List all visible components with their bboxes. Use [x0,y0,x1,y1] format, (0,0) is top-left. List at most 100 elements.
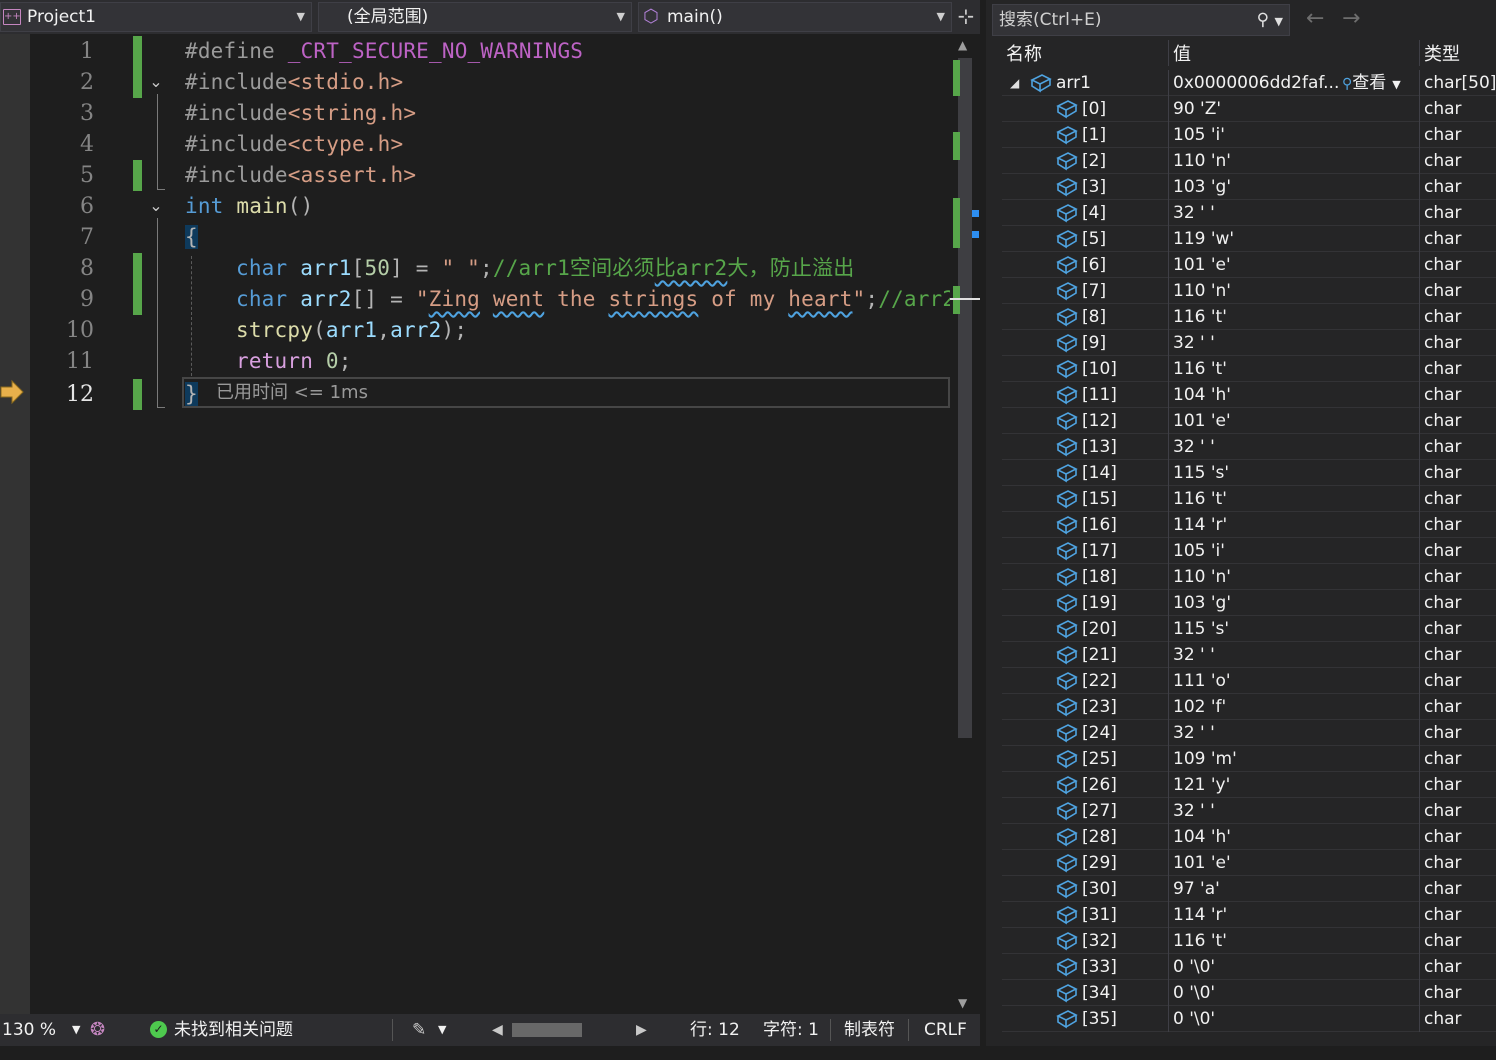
watch-value[interactable]: 103 'g' [1173,174,1231,200]
watch-value[interactable]: 121 'y' [1173,772,1230,798]
watch-value[interactable]: 105 'i' [1173,122,1225,148]
watch-value[interactable]: 0 '\0' [1173,1006,1215,1032]
chevron-down-icon[interactable]: ▼ [72,1014,80,1046]
watch-row[interactable]: [35] 0 '\0' char [1002,1006,1496,1032]
indent-mode[interactable]: 制表符 [844,1014,895,1046]
watch-value[interactable]: 111 'o' [1173,668,1231,694]
watch-value[interactable]: 0x0000006dd2faf... [1173,70,1339,96]
watch-value[interactable]: 101 'e' [1173,252,1231,278]
watch-row[interactable]: [9] 32 ' ' char [1002,330,1496,356]
brain-icon[interactable]: ❂ [90,1014,105,1046]
line-position[interactable]: 行: 12 [690,1014,740,1046]
watch-row[interactable]: [22] 111 'o' char [1002,668,1496,694]
search-icon[interactable]: ⚲ ▼ [1257,5,1283,37]
function-dropdown[interactable]: ⬡ main() ▼ [638,2,952,32]
watch-value[interactable]: 101 'e' [1173,850,1231,876]
column-name[interactable]: 名称 [1006,40,1042,70]
watch-value[interactable]: 97 'a' [1173,876,1220,902]
divider[interactable] [1419,40,1420,66]
watch-row[interactable]: [31] 114 'r' char [1002,902,1496,928]
back-arrow-icon[interactable]: ← [1306,6,1324,31]
watch-row-root[interactable]: ◢ arr1 0x0000006dd2faf... ⚲查看 ▼ char[50] [1002,70,1496,96]
watch-row[interactable]: [12] 101 'e' char [1002,408,1496,434]
watch-row[interactable]: [13] 32 ' ' char [1002,434,1496,460]
watch-value[interactable]: 114 'r' [1173,512,1227,538]
watch-value[interactable]: 115 's' [1173,460,1229,486]
watch-value[interactable]: 32 ' ' [1173,642,1215,668]
watch-row[interactable]: [26] 121 'y' char [1002,772,1496,798]
watch-row[interactable]: [2] 110 'n' char [1002,148,1496,174]
watch-value[interactable]: 104 'h' [1173,824,1231,850]
watch-row[interactable]: [11] 104 'h' char [1002,382,1496,408]
watch-value[interactable]: 0 '\0' [1173,980,1215,1006]
watch-value[interactable]: 90 'Z' [1173,96,1221,122]
watch-value[interactable]: 116 't' [1173,304,1227,330]
visualizer-button[interactable]: ⚲查看 ▼ [1342,70,1401,98]
watch-value[interactable]: 116 't' [1173,486,1227,512]
watch-row[interactable]: [34] 0 '\0' char [1002,980,1496,1006]
watch-value[interactable]: 110 'n' [1173,278,1231,304]
watch-row[interactable]: [29] 101 'e' char [1002,850,1496,876]
watch-row[interactable]: [8] 116 't' char [1002,304,1496,330]
watch-value[interactable]: 32 ' ' [1173,434,1215,460]
collapse-icon[interactable]: ⌄ [146,72,166,92]
watch-value[interactable]: 114 'r' [1173,902,1227,928]
scroll-right-icon[interactable]: ▶ [636,1014,647,1046]
watch-value[interactable]: 32 ' ' [1173,798,1215,824]
watch-row[interactable]: [16] 114 'r' char [1002,512,1496,538]
expand-icon[interactable]: ◢ [1010,70,1019,96]
watch-value[interactable]: 32 ' ' [1173,200,1215,226]
watch-row[interactable]: [32] 116 't' char [1002,928,1496,954]
scroll-down-icon[interactable]: ▼ [958,996,967,1010]
watch-row[interactable]: [17] 105 'i' char [1002,538,1496,564]
watch-value[interactable]: 110 'n' [1173,148,1231,174]
code-editor[interactable]: ++ Project1 ▼ (全局范围) ▼ ⬡ main() ▼ ⊹ 1 2 … [0,0,980,1046]
scope-dropdown[interactable]: (全局范围) ▼ [318,2,632,32]
split-icon[interactable]: ⊹ [954,2,978,32]
code-text-area[interactable]: 1 2 3 4 5 6 7 8 9 10 11 12 ⌄ ⌄ #define _… [30,34,950,1014]
horizontal-scroll-thumb[interactable] [512,1023,582,1037]
watch-value[interactable]: 116 't' [1173,356,1227,382]
watch-value[interactable]: 116 't' [1173,928,1227,954]
watch-value[interactable]: 110 'n' [1173,564,1231,590]
watch-row[interactable]: [19] 103 'g' char [1002,590,1496,616]
watch-value[interactable]: 115 's' [1173,616,1229,642]
watch-value[interactable]: 109 'm' [1173,746,1237,772]
watch-row[interactable]: [33] 0 '\0' char [1002,954,1496,980]
watch-row[interactable]: [21] 32 ' ' char [1002,642,1496,668]
watch-row[interactable]: [10] 116 't' char [1002,356,1496,382]
watch-row[interactable]: [15] 116 't' char [1002,486,1496,512]
scroll-up-icon[interactable]: ▲ [958,38,967,52]
watch-row[interactable]: [4] 32 ' ' char [1002,200,1496,226]
watch-row[interactable]: [14] 115 's' char [1002,460,1496,486]
divider[interactable] [1168,40,1169,66]
glyph-margin[interactable] [0,34,30,1014]
watch-value[interactable]: 119 'w' [1173,226,1234,252]
char-position[interactable]: 字符: 1 [763,1014,819,1046]
watch-row[interactable]: [18] 110 'n' char [1002,564,1496,590]
watch-row[interactable]: [23] 102 'f' char [1002,694,1496,720]
watch-value[interactable]: 101 'e' [1173,408,1231,434]
watch-row[interactable]: [30] 97 'a' char [1002,876,1496,902]
watch-row[interactable]: [27] 32 ' ' char [1002,798,1496,824]
watch-row[interactable]: [0] 90 'Z' char [1002,96,1496,122]
watch-value[interactable]: 102 'f' [1173,694,1226,720]
brush-icon[interactable]: ✎ [412,1014,426,1046]
watch-value[interactable]: 0 '\0' [1173,954,1215,980]
scroll-thumb[interactable] [958,58,972,738]
watch-value[interactable]: 105 'i' [1173,538,1225,564]
column-value[interactable]: 值 [1173,40,1191,70]
watch-row[interactable]: [28] 104 'h' char [1002,824,1496,850]
issues-text[interactable]: 未找到相关问题 [174,1014,293,1046]
scroll-left-icon[interactable]: ◀ [492,1014,503,1046]
project-dropdown[interactable]: ++ Project1 ▼ [0,2,312,32]
watch-value[interactable]: 104 'h' [1173,382,1231,408]
zoom-level[interactable]: 130 % [2,1014,56,1046]
watch-row[interactable]: [25] 109 'm' char [1002,746,1496,772]
watch-value[interactable]: 32 ' ' [1173,720,1215,746]
watch-row[interactable]: [1] 105 'i' char [1002,122,1496,148]
column-type[interactable]: 类型 [1424,40,1460,70]
forward-arrow-icon[interactable]: → [1342,6,1360,31]
watch-row[interactable]: [3] 103 'g' char [1002,174,1496,200]
vertical-scrollbar[interactable]: ▲ ▼ [950,34,980,1014]
